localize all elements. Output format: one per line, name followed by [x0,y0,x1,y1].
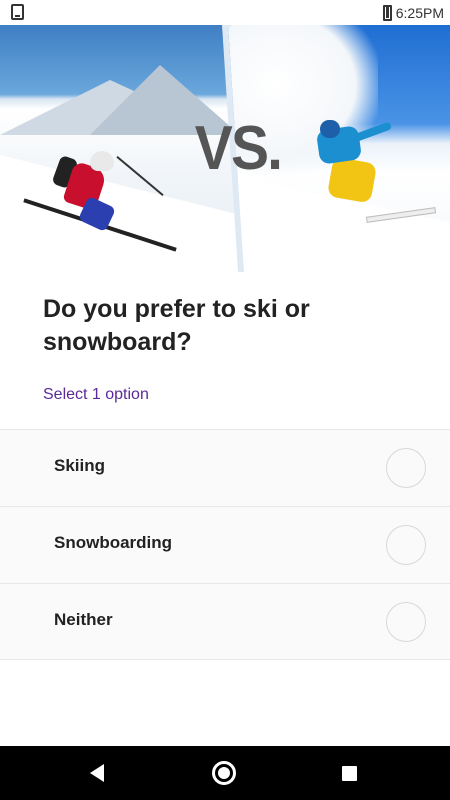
hero-image: VS. [0,25,450,272]
battery-charging-icon [382,4,392,21]
status-time: 6:25PM [395,4,444,21]
options-list: Skiing Snowboarding Neither [0,429,450,660]
home-circle-icon[interactable] [212,761,236,785]
option-snowboarding[interactable]: Snowboarding [0,506,450,583]
option-label: Skiing [54,456,106,475]
option-label: Snowboarding [54,533,173,552]
radio-button[interactable] [386,602,426,642]
navigation-bar [0,746,450,800]
download-icon [11,4,24,20]
select-hint: Select 1 option [43,386,149,403]
recents-square-icon[interactable] [342,766,357,781]
option-label: Neither [54,610,113,629]
radio-button[interactable] [386,525,426,565]
vs-overlay-text: VS. [194,114,283,183]
question-title: Do you prefer to ski or snowboard? [43,295,310,356]
option-skiing[interactable]: Skiing [0,429,450,506]
status-bar: 6:25PM [0,0,450,25]
back-triangle-icon[interactable] [90,764,104,782]
option-neither[interactable]: Neither [0,583,450,660]
status-right: 6:25PM [382,3,444,22]
radio-button[interactable] [386,448,426,488]
